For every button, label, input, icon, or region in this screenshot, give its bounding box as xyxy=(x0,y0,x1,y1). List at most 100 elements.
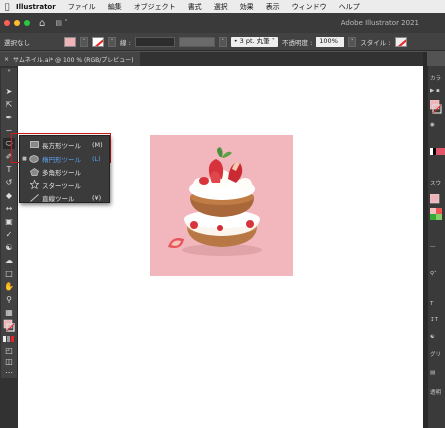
flyout-shortcut: (¥) xyxy=(92,193,102,202)
layers-panel-icon[interactable]: ▤ xyxy=(430,370,435,376)
color-mode-icon[interactable] xyxy=(3,334,15,345)
search-panel-icon[interactable]: ⚲˅ xyxy=(430,271,437,277)
menu-app[interactable]: Illustrator xyxy=(14,3,62,11)
flyout-shortcut: (L) xyxy=(92,154,101,163)
swatches-panel-label[interactable]: スウ xyxy=(430,179,441,187)
control-bar: 選択なし ˅ ˅ 線 : ˅ • 3 pt. 丸筆 ˅ 不透明度 : 100% … xyxy=(0,33,445,51)
document-tab[interactable]: × サムネイル.ai* @ 100 % (RGB/プレビュー) xyxy=(0,52,140,66)
rectangle-icon xyxy=(29,141,39,149)
flyout-item-line[interactable]: 直線ツール (¥) xyxy=(20,191,110,204)
blend-tool-icon[interactable]: ☯ xyxy=(3,242,15,253)
transparency-panel-label[interactable]: 透明 xyxy=(430,388,441,396)
type-tool-icon[interactable]: T xyxy=(3,164,15,175)
menu-file[interactable]: ファイル xyxy=(62,2,102,12)
type-panel-icon[interactable]: T xyxy=(430,301,433,307)
stroke-weight-label: 線 : xyxy=(120,38,131,47)
fill-stroke-swatch-icon[interactable] xyxy=(3,319,15,332)
pen-tool-icon[interactable]: ✒ xyxy=(3,112,15,123)
flyout-bullet: ■ xyxy=(22,155,27,162)
selection-tool-icon[interactable]: ➤ xyxy=(3,86,15,97)
swatch-thumbnail-icon[interactable] xyxy=(429,193,444,226)
minimize-window-button[interactable] xyxy=(14,20,20,26)
menu-bar:  Illustrator ファイル 編集 オブジェクト 書式 選択 効果 表示… xyxy=(0,0,445,13)
zoom-window-button[interactable] xyxy=(24,20,30,26)
workspace-switcher-icon[interactable]: ▤ ˅ xyxy=(55,19,67,27)
close-tab-icon[interactable]: × xyxy=(4,56,9,63)
graphic-style-swatch[interactable] xyxy=(394,36,407,47)
line-icon xyxy=(29,193,39,202)
zoom-tool-icon[interactable]: ⚲ xyxy=(3,294,15,305)
flyout-label: 多角形ツール xyxy=(42,168,81,177)
flyout-item-polygon[interactable]: 多角形ツール xyxy=(20,165,110,178)
menu-object[interactable]: オブジェクト xyxy=(128,2,182,12)
draw-mode-icon[interactable]: ◰ xyxy=(3,345,15,356)
stroke-swatch[interactable] xyxy=(92,36,104,47)
shape-builder-tool-icon[interactable]: ▣ xyxy=(3,216,15,227)
apple-icon[interactable]:  xyxy=(0,2,14,11)
menu-window[interactable]: ウィンドウ xyxy=(286,2,333,12)
gradient-panel-label[interactable]: グリ xyxy=(430,350,441,358)
flyout-item-star[interactable]: スターツール xyxy=(20,178,110,191)
rotate-tool-icon[interactable]: ↺ xyxy=(3,177,15,188)
menu-type[interactable]: 書式 xyxy=(182,2,208,12)
flyout-shortcut: (M) xyxy=(92,140,103,149)
artboard-cake-image[interactable] xyxy=(150,135,293,276)
flyout-label: スターツール xyxy=(42,181,81,190)
menu-edit[interactable]: 編集 xyxy=(102,2,128,12)
close-window-button[interactable] xyxy=(4,20,10,26)
brush-dropdown-icon[interactable]: ˅ xyxy=(218,36,227,47)
color-swatch-icon[interactable] xyxy=(429,99,442,116)
menu-help[interactable]: ヘルプ xyxy=(333,2,366,12)
stroke-dropdown-icon[interactable]: ˅ xyxy=(108,36,116,47)
menu-view[interactable]: 表示 xyxy=(260,2,286,12)
shape-tools-flyout: 長方形ツール (M) ■ 楕円形ツール (L) 多角形ツール スターツール 直線… xyxy=(19,135,110,203)
variable-width-field[interactable] xyxy=(178,36,215,47)
brush-definition[interactable]: • 3 pt. 丸筆 ˅ xyxy=(230,36,279,47)
menu-effect[interactable]: 効果 xyxy=(234,2,260,12)
edit-toolbar-icon[interactable]: ⋯ xyxy=(3,367,15,378)
flyout-label: 直線ツール xyxy=(42,194,75,203)
toolbar-grip-icon[interactable]: « xyxy=(3,69,15,74)
fill-swatch[interactable] xyxy=(64,36,76,47)
flyout-item-ellipse[interactable]: ■ 楕円形ツール (L) xyxy=(20,152,110,165)
color-panel-label[interactable]: カラ xyxy=(430,74,441,82)
direct-selection-tool-icon[interactable]: ⇱ xyxy=(3,99,15,110)
default-colors-icon[interactable]: ▦ xyxy=(3,307,15,318)
flyout-item-rectangle[interactable]: 長方形ツール (M) xyxy=(20,138,110,151)
symbol-sprayer-tool-icon[interactable]: ☁ xyxy=(3,255,15,266)
eraser-tool-icon[interactable]: ◆ xyxy=(3,190,15,201)
color-spectrum-icon[interactable]: ◉ xyxy=(430,122,435,128)
artboard-tool-icon[interactable]: □ xyxy=(3,268,15,279)
selection-status: 選択なし xyxy=(4,38,30,47)
menu-select[interactable]: 選択 xyxy=(208,2,234,12)
width-tool-icon[interactable]: ↭ xyxy=(3,203,15,214)
vertical-type-icon[interactable]: ↧T xyxy=(430,317,438,323)
fill-dropdown-icon[interactable]: ˅ xyxy=(80,36,88,47)
brush-name: 3 pt. 丸筆 xyxy=(239,36,270,45)
app-title: Adobe Illustrator 2021 xyxy=(340,19,419,27)
cake-image xyxy=(168,147,262,256)
color-ramp-bar[interactable] xyxy=(430,148,445,157)
polygon-icon xyxy=(29,167,39,176)
hand-tool-icon[interactable]: ✋ xyxy=(3,281,15,292)
stroke-weight-input[interactable] xyxy=(134,36,175,47)
star-icon xyxy=(29,180,39,189)
screen-mode-icon[interactable]: ◫ xyxy=(3,356,15,367)
flyout-label: 楕円形ツール xyxy=(42,155,81,164)
flyout-label: 長方形ツール xyxy=(42,141,81,150)
tools-panel: « ➤ ⇱ ✒ ∽ ⬭ ✐ T ↺ ◆ ↭ ▣ ✓ ☯ ☁ □ ✋ ⚲ ▦ ◰ … xyxy=(1,68,18,378)
document-tab-title: サムネイル.ai* @ 100 % (RGB/プレビュー) xyxy=(13,56,134,64)
style-label: スタイル : xyxy=(360,38,391,47)
ellipse-icon xyxy=(29,154,39,163)
opacity-input[interactable]: 100% xyxy=(316,36,345,47)
opacity-dropdown-icon[interactable]: ˅ xyxy=(348,36,357,47)
app-titlebar: ⌂ ▤ ˅ Adobe Illustrator 2021 xyxy=(0,13,445,33)
home-icon[interactable]: ⌂ xyxy=(39,18,45,29)
opacity-label: 不透明度 : xyxy=(282,38,313,47)
glyph-panel-icon[interactable]: ☯ xyxy=(430,334,435,340)
panel-divider-label: — xyxy=(430,244,436,250)
document-tabbar: × サムネイル.ai* @ 100 % (RGB/プレビュー) xyxy=(0,52,423,66)
eyedropper-tool-icon[interactable]: ✓ xyxy=(3,229,15,240)
panel-pointer-icon[interactable]: ▶ ▪ xyxy=(430,88,440,94)
right-panel-dock: カラ ▶ ▪ ◉ スウ — ⚲˅ T ↧T ☯ グリ ▤ 透明 xyxy=(427,66,445,428)
